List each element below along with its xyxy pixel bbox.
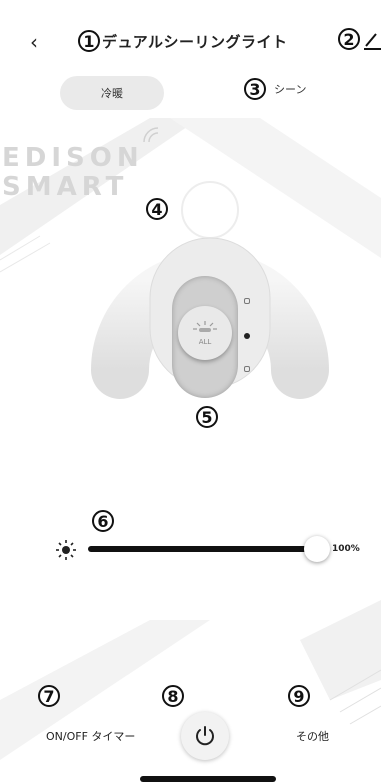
brightness-track[interactable] xyxy=(88,546,318,552)
wifi-icon xyxy=(143,127,159,143)
position-dot-3 xyxy=(244,366,250,372)
home-indicator xyxy=(140,776,276,782)
page-title: デュアルシーリングライト xyxy=(102,32,288,51)
annotation-marker: 2 xyxy=(338,28,360,50)
tab-heating-cooling[interactable]: 冷暖 xyxy=(60,76,164,110)
ceiling-light-icon xyxy=(193,320,217,332)
annotation-marker-8: 8 xyxy=(162,685,184,707)
annotation-marker: 4 xyxy=(146,198,168,220)
edit-button[interactable] xyxy=(364,30,381,54)
mode-switch[interactable]: ALL xyxy=(172,276,238,398)
tab-label: 冷暖 xyxy=(101,87,123,100)
annotation-marker: 1 xyxy=(78,30,100,52)
annotation-marker: 6 xyxy=(92,510,114,532)
tab-label: シーン xyxy=(274,83,307,96)
brightness-value: 100% xyxy=(332,544,360,554)
back-button[interactable]: ‹ xyxy=(30,30,38,54)
annotation-marker: 5 xyxy=(196,406,218,428)
annotation-marker-6: 6 xyxy=(92,510,114,532)
brand-line-1: EDISON xyxy=(2,143,144,173)
position-dot-2-selected xyxy=(244,333,250,339)
sun-icon xyxy=(56,540,76,560)
annotation-marker: 7 xyxy=(38,685,60,707)
annotation-marker-5: 5 xyxy=(196,406,218,428)
annotation-marker-4: 4 xyxy=(146,198,168,220)
brightness-thumb[interactable] xyxy=(304,536,330,562)
annotation-marker: 9 xyxy=(288,685,310,707)
tab-scene[interactable]: 3 シーン xyxy=(244,78,306,100)
annotation-marker: 8 xyxy=(162,685,184,707)
annotation-marker-9: 9 xyxy=(288,685,310,707)
position-dot-1 xyxy=(244,298,250,304)
timer-button[interactable]: ON/OFF タイマー xyxy=(46,728,135,744)
header-title: 1 デュアルシーリングライト xyxy=(78,24,288,58)
annotation-marker-7: 7 xyxy=(38,685,60,707)
chevron-left-icon: ‹ xyxy=(30,30,38,54)
annotation-marker: 3 xyxy=(244,78,266,100)
power-button[interactable] xyxy=(181,712,229,760)
power-icon xyxy=(196,726,214,746)
other-button[interactable]: その他 xyxy=(296,728,329,744)
switch-label: ALL xyxy=(198,337,212,346)
switch-knob[interactable]: ALL xyxy=(178,306,232,360)
pencil-icon xyxy=(364,33,381,50)
annotation-marker-2: 2 xyxy=(338,28,360,50)
